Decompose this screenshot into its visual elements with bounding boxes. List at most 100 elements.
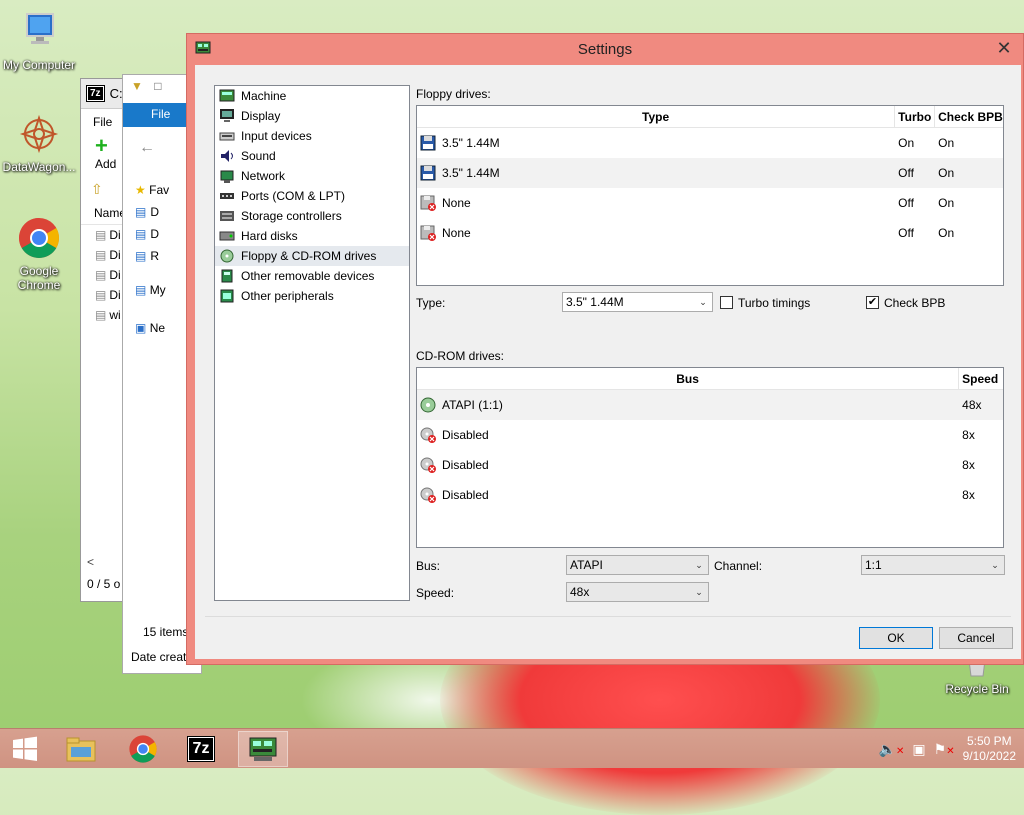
cdrom-row[interactable]: ATAPI (1:1) 48x bbox=[417, 390, 1003, 420]
category-item[interactable]: Hard disks bbox=[215, 226, 409, 246]
taskbar: 7z 🔈✕ ▣ ⚑✕ 5:50 PM 9/10/2022 bbox=[0, 728, 1024, 768]
col-type[interactable]: Type bbox=[417, 106, 896, 127]
network-status-icon[interactable]: ▣ bbox=[912, 741, 925, 758]
speed-select[interactable]: 48x ⌄ bbox=[566, 582, 709, 602]
col-check-bpb[interactable]: Check BPB bbox=[935, 106, 1003, 127]
desktop-icon-label: My Computer bbox=[2, 58, 76, 72]
taskbar-86box-settings[interactable] bbox=[238, 731, 288, 767]
floppy-row[interactable]: 3.5" 1.44M On On bbox=[417, 128, 1003, 158]
desktop-icon-google-chrome[interactable]: Google Chrome bbox=[0, 216, 78, 292]
check-bpb-checkbox[interactable]: ✔ bbox=[866, 296, 879, 309]
category-item[interactable]: Sound bbox=[215, 146, 409, 166]
file-icon: ▤ bbox=[95, 228, 107, 242]
bg-7zip-file-name: wi bbox=[109, 308, 121, 322]
ok-button[interactable]: OK bbox=[859, 627, 933, 649]
desktop-icon-datawagon[interactable]: DataWagon... bbox=[0, 112, 78, 174]
computer-icon: ▤ bbox=[135, 283, 147, 297]
floppy-row[interactable]: None Off On bbox=[417, 188, 1003, 218]
col-speed[interactable]: Speed bbox=[959, 368, 1003, 389]
bus-label: Bus: bbox=[416, 559, 441, 573]
properties-icon[interactable]: □ bbox=[154, 79, 161, 93]
peripherals-icon bbox=[219, 288, 235, 304]
nav-my-label: My bbox=[149, 283, 166, 297]
cdrom-bus-cell: Disabled bbox=[442, 488, 489, 502]
file-icon: ▤ bbox=[95, 248, 107, 262]
category-item[interactable]: Floppy & CD-ROM drives bbox=[215, 246, 409, 266]
taskbar-7zip[interactable]: 7z bbox=[176, 731, 226, 767]
taskbar-file-explorer[interactable] bbox=[56, 731, 106, 767]
chevron-down-icon: ⌄ bbox=[699, 297, 707, 307]
category-item[interactable]: Storage controllers bbox=[215, 206, 409, 226]
category-item[interactable]: Other removable devices bbox=[215, 266, 409, 286]
nav-item-label: D bbox=[150, 205, 160, 219]
floppy-checkbpb-cell: On bbox=[938, 166, 955, 180]
floppy-type-cell: 3.5" 1.44M bbox=[442, 166, 500, 180]
col-turbo[interactable]: Turbo bbox=[895, 106, 936, 127]
floppy-type-select[interactable]: 3.5" 1.44M ⌄ bbox=[562, 292, 713, 312]
floppy-turbo-cell: Off bbox=[898, 196, 914, 210]
chevron-down-icon: ⌄ bbox=[991, 560, 999, 570]
start-button[interactable] bbox=[0, 731, 50, 767]
clock[interactable]: 5:50 PM 9/10/2022 bbox=[963, 734, 1016, 764]
star-icon: ★ bbox=[135, 183, 146, 197]
cdrom-speed-cell: 8x bbox=[962, 458, 975, 472]
action-center-flag-icon[interactable]: ⚑✕ bbox=[934, 741, 955, 758]
taskbar-chrome[interactable] bbox=[118, 731, 168, 767]
floppy-row[interactable]: None Off On bbox=[417, 218, 1003, 248]
category-item[interactable]: Network bbox=[215, 166, 409, 186]
category-item[interactable]: Machine bbox=[215, 86, 409, 106]
computer-icon bbox=[17, 10, 61, 54]
category-label: Other removable devices bbox=[241, 269, 375, 283]
channel-value: 1:1 bbox=[865, 558, 882, 572]
volume-muted-icon[interactable]: 🔈✕ bbox=[879, 741, 905, 758]
display-icon bbox=[219, 108, 235, 124]
scroll-left-icon[interactable]: < bbox=[87, 555, 117, 569]
channel-select[interactable]: 1:1 ⌄ bbox=[861, 555, 1005, 575]
floppy-drives-list[interactable]: Type Turbo Check BPB 3.5" 1.44M On On 3.5" … bbox=[416, 105, 1004, 286]
cdrom-rows: ATAPI (1:1) 48x Disabled 8x Disabled 8x Disabl… bbox=[417, 390, 1003, 510]
cdrom-bus-cell: Disabled bbox=[442, 428, 489, 442]
cancel-button[interactable]: Cancel bbox=[939, 627, 1013, 649]
bg-7zip-status: 0 / 5 o bbox=[87, 577, 121, 591]
cdrom-row[interactable]: Disabled 8x bbox=[417, 480, 1003, 510]
nav-item-label: D bbox=[150, 227, 160, 241]
col-bus[interactable]: Bus bbox=[417, 368, 960, 389]
floppy-section-label: Floppy drives: bbox=[416, 87, 491, 101]
chevron-down-icon: ⌄ bbox=[695, 560, 703, 570]
turbo-timings-checkbox[interactable] bbox=[720, 296, 733, 309]
bg-explorer-date-created: Date creat bbox=[131, 650, 187, 664]
datawagon-icon bbox=[17, 112, 61, 156]
bg-7zip-menu-file[interactable]: File bbox=[93, 115, 112, 129]
category-label: Input devices bbox=[241, 129, 312, 143]
cdrom-row[interactable]: Disabled 8x bbox=[417, 420, 1003, 450]
category-item[interactable]: Display bbox=[215, 106, 409, 126]
category-label: Floppy & CD-ROM drives bbox=[241, 249, 377, 263]
7zip-icon: 7z bbox=[186, 736, 216, 762]
desktop-icon-label: DataWagon... bbox=[2, 160, 76, 174]
category-label: Hard disks bbox=[241, 229, 298, 243]
bg-explorer-items-count: 15 items bbox=[143, 625, 189, 639]
category-item[interactable]: Input devices bbox=[215, 126, 409, 146]
floppy-row[interactable]: 3.5" 1.44M Off On bbox=[417, 158, 1003, 188]
folder-down-icon[interactable]: ▼ bbox=[131, 79, 143, 93]
category-item[interactable]: Ports (COM & LPT) bbox=[215, 186, 409, 206]
desktop-icon-label: Google Chrome bbox=[17, 264, 61, 292]
category-list[interactable]: Machine Display Input devices Sound Network P… bbox=[214, 85, 410, 601]
cdrom-section-label: CD-ROM drives: bbox=[416, 349, 505, 363]
back-icon[interactable]: ← bbox=[139, 139, 155, 156]
floppy-turbo-cell: Off bbox=[898, 226, 914, 240]
7zip-icon: 7z bbox=[86, 85, 105, 102]
speed-label: Speed: bbox=[416, 586, 455, 600]
category-item[interactable]: Other peripherals bbox=[215, 286, 409, 306]
up-folder-icon[interactable]: ⇧ bbox=[91, 181, 103, 197]
desktop-icon-my-computer[interactable]: My Computer bbox=[0, 10, 78, 72]
speed-value: 48x bbox=[570, 585, 590, 599]
settings-titlebar[interactable]: Settings ✕ bbox=[187, 34, 1023, 64]
cdrom-disabled-icon bbox=[420, 487, 436, 503]
floppy-type-value: 3.5" 1.44M bbox=[566, 295, 624, 309]
bus-select[interactable]: ATAPI ⌄ bbox=[566, 555, 709, 575]
close-icon[interactable]: ✕ bbox=[993, 37, 1015, 59]
cdrom-row[interactable]: Disabled 8x bbox=[417, 450, 1003, 480]
cdrom-drives-list[interactable]: Bus Speed ATAPI (1:1) 48x Disabled 8x Disabl… bbox=[416, 367, 1004, 548]
check-bpb-label: Check BPB bbox=[884, 296, 946, 310]
